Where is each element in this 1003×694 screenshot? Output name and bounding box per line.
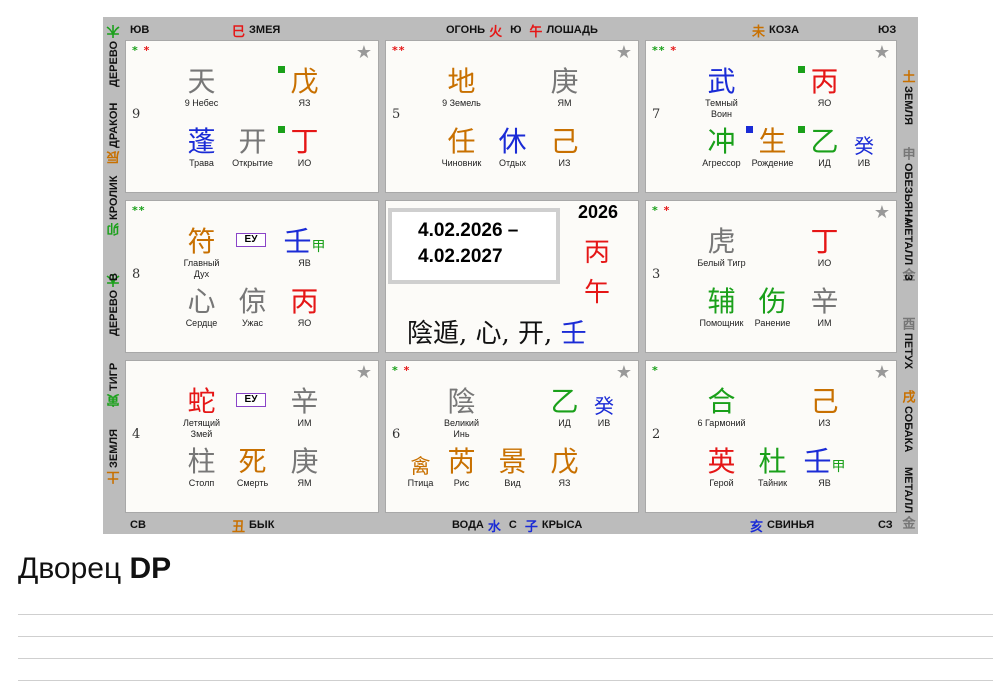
palace-number: 8 xyxy=(132,267,141,282)
branch-hai-label: 亥 СВИНЬЯ xyxy=(750,518,815,534)
star-icon[interactable]: ★ xyxy=(356,42,372,63)
earth-stem: 己 xyxy=(550,125,579,158)
palace-5[interactable]: ** ★ 5 地9 Земель 庚 ЯМ 任 Чиновник 休 Отдых 己И… xyxy=(385,40,639,193)
heaven-stem: 己 xyxy=(810,385,839,418)
date-to: 4.02.2027 xyxy=(418,246,503,267)
palace-marks: * * xyxy=(652,204,671,217)
page-title: Дворец DP xyxy=(18,552,172,585)
palace-marks: * xyxy=(652,364,659,377)
star-icon[interactable]: ★ xyxy=(874,202,890,223)
palace-number: 2 xyxy=(652,427,661,442)
bottom-element-label: ВОДА 水 С 子 КРЫСА xyxy=(452,518,583,534)
spirit-glyph: 地 xyxy=(447,65,476,98)
earth-stem: 壬甲 xyxy=(803,445,846,478)
palace-marks: ** xyxy=(132,204,146,217)
extra-stem: 癸 xyxy=(594,394,614,418)
earth-stem: 丙 xyxy=(290,285,319,318)
spirit-glyph: 蛇 xyxy=(187,385,216,418)
star-icon[interactable]: ★ xyxy=(356,362,372,383)
earth-stem: 庚 xyxy=(290,445,319,478)
note-line xyxy=(18,614,993,615)
palace-number: 9 xyxy=(132,107,141,122)
heaven-stem: 戊 xyxy=(290,65,319,98)
year-label: 2026 xyxy=(578,202,619,222)
heaven-stem: 壬甲 xyxy=(283,225,326,258)
left-mid-labels: ДЕРЕВО 木 В 卯 КРОЛИК xyxy=(106,175,122,336)
palace-marks: * * xyxy=(392,364,411,377)
heaven-stem: 丁 xyxy=(810,225,839,258)
star-icon[interactable]: ★ xyxy=(874,362,890,383)
star-icon[interactable]: ★ xyxy=(616,362,632,383)
palace-number: 3 xyxy=(652,267,661,282)
palace-3[interactable]: * * ★ 3 虎 Белый Тигр 丁 ИО 辅 Помощник 伤 Ранен… xyxy=(645,200,897,353)
palace-number: 7 xyxy=(652,107,661,122)
date-from: 4.02.2026 – xyxy=(418,220,519,241)
right-top-labels: 土 ЗЕМЛЯ 申 ОБЕЗЬЯНА xyxy=(900,69,916,225)
dir-ne: СВ xyxy=(130,519,146,531)
spirit-glyph: 合 xyxy=(707,385,736,418)
heaven-stem: 辛 xyxy=(290,385,319,418)
branch-wei-label: 未 КОЗА xyxy=(752,23,800,39)
year-stem: 丙 xyxy=(584,238,611,268)
palace-2[interactable]: * ★ 2 合6 Гармоний 己 ИЗ 英 Герой 杜 Тайник 壬甲 Я… xyxy=(645,360,897,513)
star-icon[interactable]: ★ xyxy=(874,42,890,63)
heaven-stem: 丙 xyxy=(810,65,839,98)
spirit-glyph: 武 xyxy=(707,65,736,98)
right-bot-labels: 戌 СОБАКА МЕТАЛЛ 金 xyxy=(900,389,916,529)
extra-stem: 癸 xyxy=(854,134,874,158)
palace-7[interactable]: ** * ★ 7 武 Темный Воин 丙 ЯО 冲 Агрессор 生 Рож… xyxy=(645,40,897,193)
palace-number: 6 xyxy=(392,427,401,442)
spirit-glyph: 陰 xyxy=(447,385,476,418)
earth-stem: 丁 xyxy=(290,125,319,158)
branch-chou-label: 丑 БЫК xyxy=(232,518,275,534)
left-bot-labels: 土 ЗЕМЛЯ 寅 ТИГР xyxy=(106,363,122,485)
palace-9[interactable]: * * ★ 9 天9 Небес 戊 ЯЗ 蓬 Трава 开 Открытие 丁И… xyxy=(125,40,379,193)
dir-nw: СЗ xyxy=(878,519,893,531)
branch-si-label: 巳 ЗМЕЯ xyxy=(232,23,281,39)
spirit-glyph: 符 xyxy=(187,225,216,258)
dir-sw: ЮЗ xyxy=(878,24,897,36)
note-line xyxy=(18,680,993,681)
year-branch: 午 xyxy=(584,278,611,308)
date-range-box: 4.02.2026 – 4.02.2027 xyxy=(388,208,560,284)
star-icon[interactable]: ★ xyxy=(616,42,632,63)
heaven-stem: 庚 xyxy=(550,65,579,98)
palace-marks: ** xyxy=(392,44,406,57)
palace-marks: * * xyxy=(132,44,151,57)
palace-6[interactable]: * * ★ 6 陰 Великий Инь 乙 ИД 癸 ИВ 禽 Птица 芮 Рис… xyxy=(385,360,639,513)
dir-se: ЮВ xyxy=(130,24,150,36)
earth-stem: 辛 xyxy=(810,285,839,318)
spirit-glyph: 虎 xyxy=(707,225,736,258)
earth-stem: 戊 xyxy=(550,445,579,478)
right-mid-labels: МЕТАЛЛ 金 З 酉 ПЕТУХ xyxy=(900,218,916,370)
note-line xyxy=(18,636,993,637)
top-element-label: ОГОНЬ 火 Ю 午 ЛОШАДЬ xyxy=(446,23,598,39)
palace-8[interactable]: ** 8 符 Главный Дух ЕУ 壬甲 ЯВ 心 Сердце 倞 Ужас … xyxy=(125,200,379,353)
palace-number: 4 xyxy=(132,427,141,442)
spirit-glyph: 天 xyxy=(187,65,216,98)
palace-4[interactable]: ★ 4 蛇 Летящий Змей ЕУ 辛 ИМ 柱 Столп 死 Смерть … xyxy=(125,360,379,513)
palace-marks: ** * xyxy=(652,44,678,57)
left-top-labels: 辰 ДРАКОН ДЕРЕВО 木 xyxy=(106,25,122,165)
note-line xyxy=(18,658,993,659)
center-formula: 陰遁, 心, 开, 壬 xyxy=(407,319,587,349)
palace-number: 5 xyxy=(392,107,401,122)
